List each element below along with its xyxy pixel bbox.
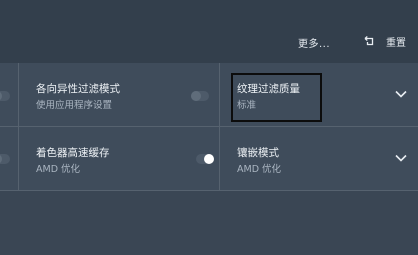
setting-tile-anisotropic-filtering[interactable]: 各向异性过滤模式 使用应用程序设置 bbox=[19, 63, 219, 127]
anisotropic-toggle[interactable] bbox=[191, 91, 209, 101]
toggle-switch[interactable] bbox=[0, 154, 10, 164]
setting-title: 各向异性过滤模式 bbox=[36, 83, 120, 95]
panel-background bbox=[0, 191, 418, 255]
reset-button[interactable]: 重置 bbox=[364, 33, 406, 49]
toggle-knob bbox=[191, 91, 201, 101]
toggle-knob bbox=[0, 154, 2, 164]
setting-value: AMD 优化 bbox=[36, 164, 81, 175]
settings-row-1: 各向异性过滤模式 使用应用程序设置 纹理过滤质量 标准 bbox=[0, 63, 418, 127]
settings-row-2: 着色器高速缓存 AMD 优化 镶嵌模式 AMD 优化 bbox=[0, 127, 418, 191]
chevron-down-icon[interactable] bbox=[394, 151, 408, 165]
panel-header: 更多... 重置 bbox=[0, 0, 418, 63]
reset-icon bbox=[364, 36, 374, 46]
setting-value: 使用应用程序设置 bbox=[36, 100, 113, 111]
setting-tile-previous-clipped[interactable] bbox=[0, 63, 18, 127]
setting-tile-previous-clipped[interactable] bbox=[0, 127, 18, 190]
setting-title: 镶嵌模式 bbox=[237, 147, 279, 159]
more-link[interactable]: 更多... bbox=[298, 35, 330, 50]
setting-tile-shader-cache[interactable]: 着色器高速缓存 AMD 优化 bbox=[19, 127, 219, 190]
setting-value: AMD 优化 bbox=[237, 164, 282, 175]
toggle-switch[interactable] bbox=[0, 91, 10, 101]
shader-cache-toggle[interactable] bbox=[196, 154, 214, 164]
toggle-knob bbox=[204, 154, 214, 164]
highlight-annotation-box bbox=[231, 73, 322, 122]
toggle-knob bbox=[0, 91, 2, 101]
settings-panel: 更多... 重置 各向异性过滤模式 使用应用程序设置 纹理过滤质量 标准 着色器… bbox=[0, 0, 418, 255]
setting-title: 着色器高速缓存 bbox=[36, 147, 110, 159]
chevron-down-icon[interactable] bbox=[394, 87, 408, 101]
setting-tile-tessellation-mode[interactable]: 镶嵌模式 AMD 优化 bbox=[220, 127, 418, 190]
reset-label: 重置 bbox=[386, 37, 406, 49]
